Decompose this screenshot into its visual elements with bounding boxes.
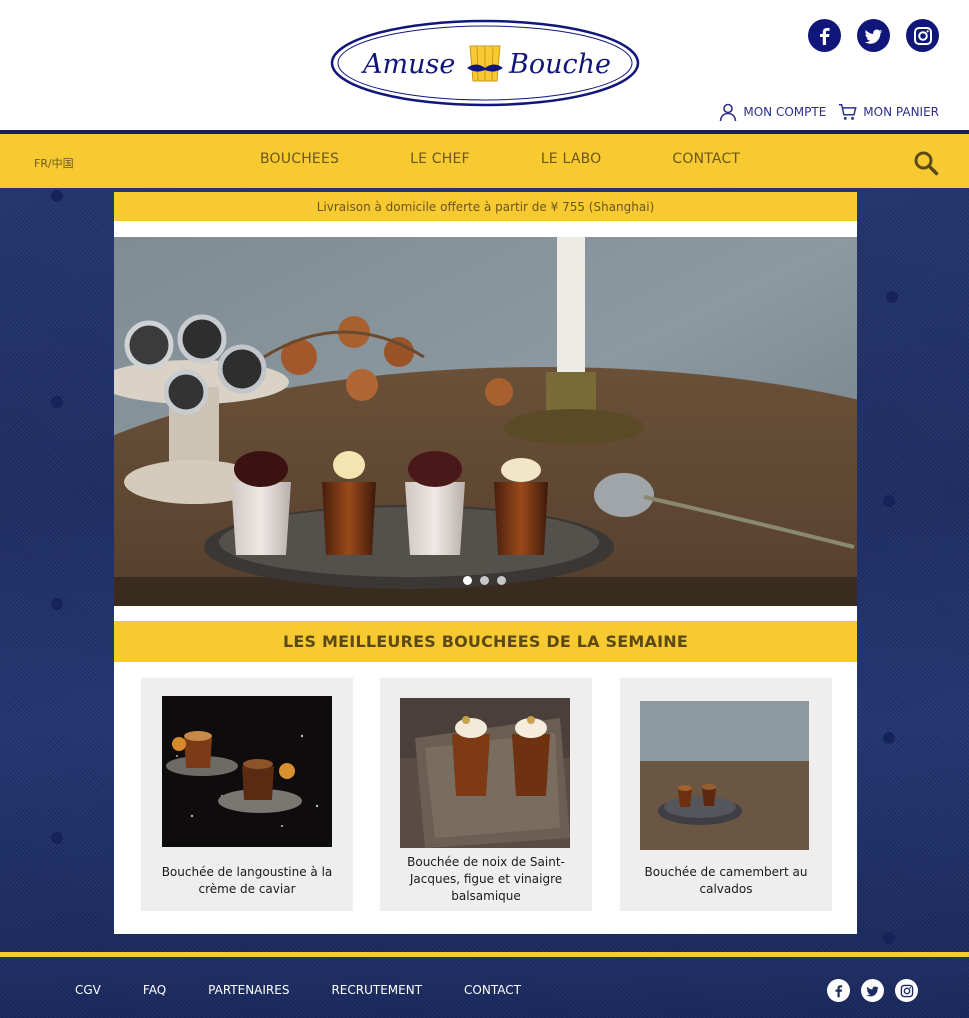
footer-link-recrutement[interactable]: RECRUTEMENT (331, 983, 422, 997)
footer-link-cgv[interactable]: CGV (75, 983, 101, 997)
footer-links: CGV FAQ PARTENAIRES RECRUTEMENT CONTACT (75, 983, 563, 997)
stitch-dot (51, 396, 63, 408)
instagram-icon[interactable] (895, 979, 918, 1002)
my-cart-label: MON PANIER (863, 105, 939, 119)
nav-item-le-chef[interactable]: LE CHEF (410, 151, 470, 167)
footer-link-partenaires[interactable]: PARTENAIRES (208, 983, 289, 997)
footer-link-faq[interactable]: FAQ (143, 983, 166, 997)
nav-item-le-labo[interactable]: LE LABO (541, 151, 602, 167)
stitch-dot (886, 291, 898, 303)
my-account-link[interactable]: MON COMPTE (718, 102, 826, 122)
carousel-dot-2[interactable] (480, 576, 489, 585)
account-links: MON COMPTE MON PANIER (718, 102, 939, 122)
product-name: Bouchée de noix de Saint-Jacques, figue … (407, 855, 565, 903)
product-image-langoustine (162, 696, 332, 847)
product-image-camembert (640, 701, 809, 850)
nav-item-bouchees[interactable]: BOUCHEES (260, 151, 339, 167)
product-name: Bouchée de camembert au calvados (644, 865, 808, 896)
hero-carousel[interactable] (114, 237, 857, 606)
header-social-links (808, 19, 939, 52)
facebook-icon[interactable] (808, 19, 841, 52)
site-header: Amuse Bouche MON COMPTE MON PANIER (0, 0, 969, 130)
product-card-camembert[interactable]: Bouchée de camembert au calvados (620, 678, 832, 911)
nav-item-contact[interactable]: CONTACT (672, 151, 740, 167)
stitch-dot (883, 932, 895, 944)
footer-link-contact[interactable]: CONTACT (464, 983, 521, 997)
promo-banner: Livraison à domicile offerte à partir de… (114, 192, 857, 221)
canele-logo-icon (467, 45, 503, 82)
stitch-dot (51, 832, 63, 844)
cart-icon (839, 104, 857, 120)
product-name: Bouchée de langoustine à la crème de cav… (161, 865, 333, 896)
brand-logo[interactable]: Amuse Bouche (329, 18, 641, 108)
site-footer: CGV FAQ PARTENAIRES RECRUTEMENT CONTACT (0, 952, 969, 1018)
user-icon (720, 103, 737, 122)
section-title: LES MEILLEURES BOUCHEES DE LA SEMAINE (114, 621, 857, 662)
product-card-saint-jacques[interactable]: Bouchée de noix de Saint-Jacques, figue … (380, 678, 592, 911)
stitch-dot (51, 190, 63, 202)
carousel-dot-1[interactable] (463, 576, 472, 585)
twitter-icon[interactable] (857, 19, 890, 52)
product-card-langoustine[interactable]: Bouchée de langoustine à la crème de cav… (141, 678, 353, 911)
my-cart-link[interactable]: MON PANIER (838, 102, 939, 122)
search-icon[interactable] (913, 150, 939, 176)
facebook-icon[interactable] (827, 979, 850, 1002)
hero-image (114, 237, 857, 606)
carousel-dot-3[interactable] (497, 576, 506, 585)
logo-text-right: Bouche (508, 49, 611, 80)
twitter-icon[interactable] (861, 979, 884, 1002)
language-switch[interactable]: FR/中国 (34, 155, 74, 171)
logo-text-left: Amuse (360, 49, 455, 80)
main-content: Livraison à domicile offerte à partir de… (114, 192, 857, 934)
stitch-dot (883, 732, 895, 744)
promo-text: Livraison à domicile offerte à partir de… (316, 199, 655, 214)
footer-social-links (827, 979, 918, 1002)
stitch-dot (51, 598, 63, 610)
stitch-dot (883, 495, 895, 507)
nav-menu: BOUCHEES LE CHEF LE LABO CONTACT (260, 151, 740, 167)
instagram-icon[interactable] (906, 19, 939, 52)
product-image-saint-jacques (400, 698, 570, 848)
products-grid: Bouchée de langoustine à la crème de cav… (141, 678, 832, 912)
carousel-dots (463, 576, 506, 585)
main-navbar: FR/中国 BOUCHEES LE CHEF LE LABO CONTACT (0, 130, 969, 188)
my-account-label: MON COMPTE (743, 105, 827, 119)
